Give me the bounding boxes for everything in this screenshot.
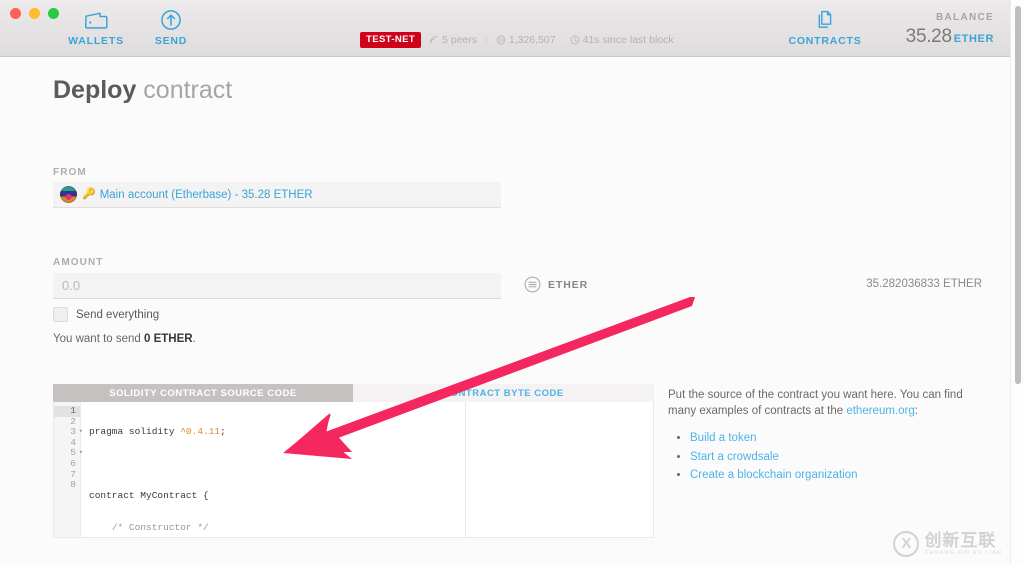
from-label: FROM <box>53 167 87 178</box>
help-text-part1: Put the source of the contract you want … <box>668 389 963 417</box>
ethereum-org-link[interactable]: ethereum.org <box>846 405 914 417</box>
contracts-pages-icon <box>780 8 870 32</box>
status-badge-network: TEST-NET <box>360 32 422 48</box>
send-summary-suffix: . <box>192 333 196 345</box>
page-scrollbar[interactable] <box>1010 0 1024 565</box>
status-separator: | <box>485 34 488 46</box>
watermark-pinyin: CHUANG XIN HU LIAN <box>924 549 1002 556</box>
balance-label: BALANCE <box>936 12 994 23</box>
help-panel: Put the source of the contract you want … <box>668 388 988 487</box>
solidity-source-text[interactable]: pragma solidity ^0.4.11; contract MyCont… <box>81 402 465 537</box>
send-summary-prefix: You want to send <box>53 333 145 345</box>
help-link-build-token[interactable]: Build a token <box>690 432 757 444</box>
send-summary-amount: 0 ETHER <box>144 333 193 345</box>
amount-unit-select[interactable]: ETHER <box>524 276 588 293</box>
gutter-line-5: 5 ▾ <box>54 447 83 459</box>
help-paragraph: Put the source of the contract you want … <box>668 388 988 419</box>
block-icon <box>496 35 506 45</box>
gutter-line-4: 4 <box>70 436 76 448</box>
key-icon: 🔑 <box>82 188 96 200</box>
help-link-blockchain-org[interactable]: Create a blockchain organization <box>690 469 858 481</box>
signal-icon <box>429 35 438 44</box>
app-window: WALLETS SEND CONTRACTS TEST-NET 5 peers … <box>0 0 1024 565</box>
editor-gutter: 1 2 3 ▾ 4 5 ▾ 6 7 8 <box>54 402 83 537</box>
from-account-label: Main account (Etherbase) - 35.28 ETHER <box>99 188 313 201</box>
toolbar-item-send[interactable]: SEND <box>126 8 216 47</box>
gutter-line-3: 3 ▾ <box>54 426 83 438</box>
balance-value-row: 35.28 ETHER <box>906 26 994 48</box>
code-editors: 1 2 3 ▾ 4 5 ▾ 6 7 8 pragma solidity ^0.4.1… <box>53 402 654 538</box>
unit-list-icon <box>524 276 541 293</box>
gutter-line-7: 7 <box>70 468 76 480</box>
from-account-select[interactable]: 🔑 Main account (Etherbase) - 35.28 ETHER <box>53 182 501 208</box>
last-block-label: 41s since last block <box>582 34 674 46</box>
page-title-light: contract <box>136 76 233 104</box>
code-line-1: pragma solidity ^0.4.11; <box>89 426 226 438</box>
send-up-arrow-icon <box>126 8 216 32</box>
page-title: Deploy contract <box>53 76 232 105</box>
last-block-status: 41s since last block <box>570 34 674 46</box>
fold-toggle-icon-3[interactable]: ▾ <box>79 427 83 438</box>
gutter-line-5-num: 5 <box>70 447 76 459</box>
watermark-chinese: 创新互联 <box>924 530 997 550</box>
list-item: Create a blockchain organization <box>690 468 988 484</box>
tab-contract-bytecode[interactable]: CONTRACT BYTE CODE <box>353 384 654 402</box>
contract-code-panel: SOLIDITY CONTRACT SOURCE CODE CONTRACT B… <box>53 384 654 565</box>
send-everything-checkbox[interactable] <box>53 307 68 322</box>
solidity-source-editor[interactable]: 1 2 3 ▾ 4 5 ▾ 6 7 8 pragma solidity ^0.4.1… <box>53 402 466 538</box>
toolbar-item-contracts-label: CONTRACTS <box>788 35 862 47</box>
amount-input[interactable] <box>53 273 501 299</box>
peers-status: 5 peers <box>429 34 477 46</box>
help-links-list: Build a token Start a crowdsale Create a… <box>690 431 988 484</box>
code-tabs: SOLIDITY CONTRACT SOURCE CODE CONTRACT B… <box>53 384 654 402</box>
available-balance-label: 35.282036833 ETHER <box>866 278 982 290</box>
peers-count-label: 5 peers <box>442 34 478 46</box>
code-line-4: /* Constructor */ <box>111 521 209 533</box>
code-line-3: contract MyContract { <box>89 489 209 501</box>
gutter-line-2: 2 <box>70 415 76 427</box>
watermark-text: 创新互联 CHUANG XIN HU LIAN <box>924 530 1002 557</box>
send-summary: You want to send 0 ETHER. <box>53 333 196 345</box>
send-everything-row[interactable]: Send everything <box>53 307 159 322</box>
gutter-line-6: 6 <box>70 457 76 469</box>
list-item: Build a token <box>690 431 988 447</box>
gutter-line-3-num: 3 <box>70 426 76 438</box>
send-everything-label: Send everything <box>76 308 160 321</box>
list-item: Start a crowdsale <box>690 450 988 466</box>
gutter-line-8: 8 <box>70 479 76 491</box>
scrollbar-thumb[interactable] <box>1015 6 1021 384</box>
balance-display: BALANCE 35.28 ETHER <box>906 12 994 48</box>
close-window-button[interactable] <box>10 8 21 19</box>
tab-solidity-source[interactable]: SOLIDITY CONTRACT SOURCE CODE <box>53 384 353 402</box>
page-content: Deploy contract FROM 🔑 Main account (Eth… <box>0 57 1024 565</box>
cx-logo-icon <box>893 531 920 557</box>
page-title-bold: Deploy <box>53 76 137 104</box>
help-text-part2: : <box>914 404 918 417</box>
minimize-window-button[interactable] <box>29 8 40 19</box>
network-status-bar: TEST-NET 5 peers | 1,326,507 41s since l… <box>360 32 674 48</box>
block-number-status: 1,326,507 <box>496 34 556 46</box>
amount-label: AMOUNT <box>53 257 104 268</box>
fold-toggle-icon-5[interactable]: ▾ <box>79 448 83 459</box>
app-toolbar: WALLETS SEND CONTRACTS TEST-NET 5 peers … <box>0 0 1024 57</box>
balance-amount: 35.28 <box>905 26 952 47</box>
toolbar-item-contracts[interactable]: CONTRACTS <box>780 8 870 47</box>
clock-icon <box>570 35 580 45</box>
contract-bytecode-editor[interactable] <box>466 402 654 538</box>
toolbar-item-send-label: SEND <box>154 35 188 47</box>
balance-unit: ETHER <box>953 33 994 45</box>
gutter-line-1: 1 <box>54 405 80 417</box>
account-identicon <box>60 186 77 203</box>
help-link-start-crowdsale[interactable]: Start a crowdsale <box>690 451 779 463</box>
block-number-label: 1,326,507 <box>508 34 556 46</box>
amount-unit-label: ETHER <box>548 278 589 291</box>
watermark: 创新互联 CHUANG XIN HU LIAN <box>893 531 1002 557</box>
